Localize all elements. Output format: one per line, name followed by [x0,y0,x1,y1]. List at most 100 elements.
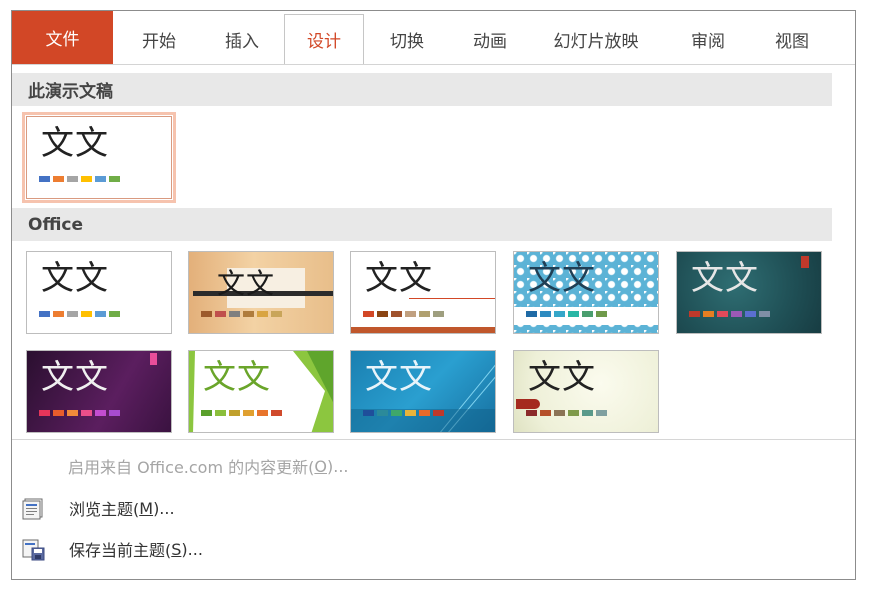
enable-office-updates-accesskey: O [314,456,327,476]
color-swatch [717,311,728,317]
browse-themes-suffix: )... [153,498,175,518]
ribbon-decoration [516,399,540,409]
color-swatch [377,410,388,416]
save-current-theme-item[interactable]: 保存当前主题(S)... [20,535,203,563]
color-swatch [377,311,388,317]
tab-review[interactable]: 审阅 [672,15,744,63]
color-swatch [540,410,551,416]
theme-sample-text: 文文 [217,267,276,300]
theme-color-swatches [526,410,607,416]
theme-sample-text: 文文 [528,357,596,396]
browse-themes-icon [20,496,48,520]
save-current-theme-suffix: )... [181,539,203,559]
theme-color-swatches [201,311,282,317]
theme-color-swatches [363,410,444,416]
color-swatch [405,311,416,317]
accent-line [409,298,495,299]
color-swatch [95,410,106,416]
color-swatch [201,311,212,317]
theme-thumbnail-office[interactable]: 文文 [26,251,172,334]
accent-tag [801,256,809,268]
color-swatch [53,410,64,416]
color-swatch [215,410,226,416]
tab-transitions[interactable]: 切换 [364,15,450,63]
theme-thumbnail-pattern-blue[interactable]: 文文 [513,251,659,334]
theme-color-swatches [39,176,120,182]
theme-thumbnail-wood-type[interactable]: 文文 [188,251,334,334]
theme-sample-text: 文文 [41,357,109,396]
color-swatch [363,311,374,317]
color-swatch [745,311,756,317]
color-swatch [271,311,282,317]
ribbon-tab-bar: 文件 开始 插入 设计 切换 动画 幻灯片放映 审阅 视图 [12,11,855,65]
save-current-theme-label: 保存当前主题( [69,541,172,560]
color-swatch [243,311,254,317]
color-swatch [526,311,537,317]
tab-home[interactable]: 开始 [119,15,199,63]
accent-bar [351,327,495,333]
color-swatch [419,410,430,416]
theme-gallery-window: 文件 开始 插入 设计 切换 动画 幻灯片放映 审阅 视图 此演示文稿 文文 O… [11,10,856,580]
color-swatch [39,311,50,317]
color-swatch [257,410,268,416]
theme-thumbnail-purple[interactable]: 文文 [26,350,172,433]
tab-insert[interactable]: 插入 [199,15,285,63]
color-swatch [95,311,106,317]
color-swatch [363,410,374,416]
theme-color-swatches [363,311,444,317]
color-swatch [271,410,282,416]
color-swatch [568,410,579,416]
gallery-menu-divider [12,439,855,440]
theme-thumbnail-dark-teal[interactable]: 文文 [676,251,822,334]
browse-themes-label: 浏览主题( [69,500,140,519]
color-swatch [229,311,240,317]
browse-themes-accesskey: M [139,498,154,518]
theme-thumbnail-cream[interactable]: 文文 [513,350,659,433]
tab-view[interactable]: 视图 [754,15,830,63]
color-swatch [39,176,50,182]
color-swatch [109,176,120,182]
theme-color-swatches [201,410,282,416]
color-swatch [391,410,402,416]
theme-sample-text: 文文 [365,357,433,396]
theme-thumbnail-blue-gradient[interactable]: 文文 [350,350,496,433]
color-swatch [433,410,444,416]
color-swatch [596,410,607,416]
theme-thumbnail-ion[interactable]: 文文 [350,251,496,334]
theme-color-swatches [689,311,770,317]
browse-themes-item[interactable]: 浏览主题(M)... [20,494,175,522]
color-swatch [243,410,254,416]
color-swatch [39,410,50,416]
save-theme-icon [20,537,48,561]
color-swatch [433,311,444,317]
color-swatch [703,311,714,317]
theme-color-swatches [39,311,120,317]
tab-slideshow[interactable]: 幻灯片放映 [532,15,660,63]
color-swatch [689,311,700,317]
color-swatch [540,311,551,317]
ribbon-divider [12,64,855,65]
color-swatch [554,311,565,317]
theme-thumbnail-green-facet[interactable]: 文文 [188,350,334,433]
color-swatch [731,311,742,317]
color-swatch [526,410,537,416]
color-swatch [201,410,212,416]
color-swatch [405,410,416,416]
tab-file[interactable]: 文件 [12,11,113,64]
theme-sample-text: 文文 [691,258,759,297]
color-swatch [81,311,92,317]
section-header-this-presentation: 此演示文稿 [12,73,832,106]
theme-sample-text: 文文 [41,258,109,297]
theme-color-swatches [39,410,120,416]
tab-animations[interactable]: 动画 [450,15,530,63]
color-swatch [109,311,120,317]
theme-color-swatches [526,311,607,317]
color-swatch [67,410,78,416]
color-swatch [582,311,593,317]
color-swatch [596,311,607,317]
theme-thumbnail-current[interactable]: 文文 [22,112,176,203]
theme-sample-text: 文文 [365,258,433,297]
enable-office-updates-suffix: )... [326,456,349,476]
save-current-theme-accesskey: S [171,539,182,559]
tab-design[interactable]: 设计 [284,14,364,65]
